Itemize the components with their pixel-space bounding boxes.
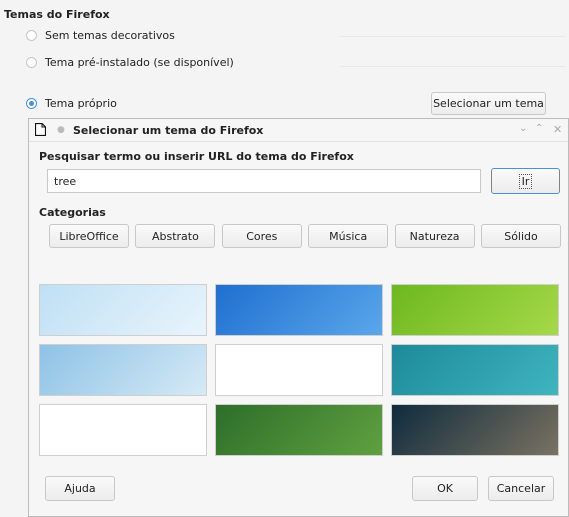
category-button-libreoffice[interactable]: LibreOffice <box>49 224 129 248</box>
go-button-label: Ir <box>518 173 533 189</box>
theme-tile-clouds-blue[interactable] <box>39 344 207 396</box>
theme-tile-sky-clouds[interactable] <box>39 284 207 336</box>
select-firefox-theme-dialog: ● Selecionar um tema do Firefox ⌄ ⌃ ✕ Pe… <box>28 118 569 517</box>
go-button[interactable]: Ir <box>491 168 560 194</box>
cancel-button[interactable]: Cancelar <box>488 476 554 501</box>
category-button-natureza[interactable]: Natureza <box>394 224 475 248</box>
category-buttons: LibreOffice Abstrato Cores Música Natureza Só… <box>49 224 561 248</box>
radio-circle-selected[interactable] <box>26 98 37 109</box>
dialog-titlebar: ● Selecionar um tema do Firefox ⌄ ⌃ ✕ <box>29 119 568 142</box>
radio-circle[interactable] <box>26 57 37 68</box>
category-button-cores[interactable]: Cores <box>221 224 302 248</box>
title-separator-icon: ● <box>57 125 65 135</box>
category-button-msica[interactable]: Música <box>308 224 389 248</box>
categories-label: Categorias <box>39 206 106 219</box>
theme-tile-blue-flower[interactable] <box>215 284 383 336</box>
theme-tile-water-drops[interactable] <box>215 404 383 456</box>
search-input[interactable]: tree <box>47 169 481 193</box>
radio-no-themes[interactable]: Sem temas decorativos <box>26 29 175 42</box>
radio-own-theme[interactable]: Tema próprio <box>26 97 117 110</box>
theme-tile-white-blank[interactable] <box>215 344 383 396</box>
faded-background-row <box>340 22 565 37</box>
theme-tile-green-leaf[interactable] <box>391 284 559 336</box>
radio-label: Tema pré-instalado (se disponível) <box>45 56 234 69</box>
select-theme-button[interactable]: Selecionar um tema <box>431 92 546 115</box>
radio-label: Sem temas decorativos <box>45 29 175 42</box>
category-button-slido[interactable]: Sólido <box>481 224 561 248</box>
document-icon <box>34 122 47 137</box>
section-title: Temas do Firefox <box>4 8 110 21</box>
theme-tile-white-blank-2[interactable] <box>39 404 207 456</box>
close-icon[interactable]: ✕ <box>553 123 562 136</box>
theme-gallery <box>39 284 559 464</box>
faded-background-row <box>340 52 565 67</box>
radio-label: Tema próprio <box>45 97 117 110</box>
category-button-abstrato[interactable]: Abstrato <box>135 224 216 248</box>
dialog-title: Selecionar um tema do Firefox <box>73 124 264 137</box>
maximize-icon[interactable]: ⌃ <box>535 123 543 134</box>
radio-preinstalled-theme[interactable]: Tema pré-instalado (se disponível) <box>26 56 234 69</box>
search-label: Pesquisar termo ou inserir URL do tema d… <box>39 150 354 163</box>
help-button[interactable]: Ajuda <box>45 476 115 501</box>
minimize-icon[interactable]: ⌄ <box>519 123 527 134</box>
search-input-value: tree <box>54 174 77 188</box>
theme-tile-teal-vine[interactable] <box>391 344 559 396</box>
ok-button[interactable]: OK <box>412 476 478 501</box>
theme-tile-dark-horizon[interactable] <box>391 404 559 456</box>
radio-circle[interactable] <box>26 30 37 41</box>
